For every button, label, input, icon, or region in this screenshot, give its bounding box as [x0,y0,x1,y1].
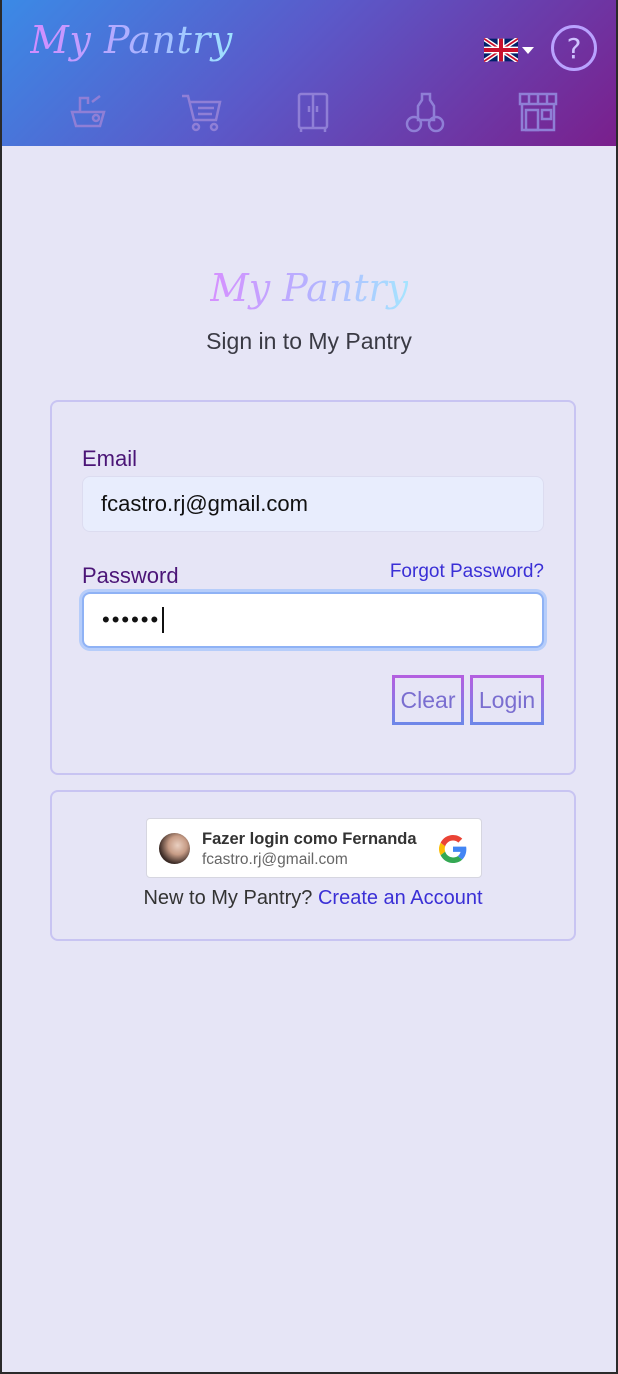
text-cursor [162,607,165,633]
password-field[interactable]: •••••• [82,592,544,648]
google-signin-button[interactable]: Fazer login como Fernanda fcastro.rj@gma… [146,818,482,878]
shopping-cart-icon[interactable] [180,90,224,134]
kitchen-sink-icon[interactable] [66,90,110,134]
password-label: Password [82,563,179,588]
help-glyph: ? [566,31,582,65]
cupboard-icon[interactable] [291,90,335,134]
create-account-link[interactable]: Create an Account [318,887,483,909]
email-value: fcastro.rj@gmail.com [101,491,308,516]
signup-prompt: New to My Pantry? [143,887,313,909]
email-field[interactable]: fcastro.rj@gmail.com [82,476,544,532]
chevron-down-icon [522,46,534,54]
forgot-password-link[interactable]: Forgot Password? [390,561,544,583]
signup-row: New to My Pantry? Create an Account [52,887,574,910]
uk-flag-icon [484,38,518,62]
email-label: Email [82,446,138,471]
google-account-email: fcastro.rj@gmail.com [202,851,348,868]
main-logo: My Pantry [209,266,409,310]
app-header: My Pantry ? [2,0,616,146]
store-icon[interactable] [516,90,560,134]
avatar [159,833,190,864]
top-nav [2,90,616,134]
google-g-icon [439,835,467,863]
groceries-icon[interactable] [404,90,448,134]
google-account-name: Fazer login como Fernanda [202,830,417,848]
alt-signin-card: Fazer login como Fernanda fcastro.rj@gma… [50,790,576,941]
help-question-icon[interactable]: ? [551,25,597,71]
page-title: Sign in to My Pantry [206,328,412,354]
language-selector[interactable] [484,38,534,62]
password-value: •••••• [102,607,161,632]
clear-button[interactable]: Clear [392,675,464,725]
login-button[interactable]: Login [470,675,544,725]
brand-logo[interactable]: My Pantry [30,18,233,62]
login-card: Email fcastro.rj@gmail.com Password Forg… [50,400,576,775]
